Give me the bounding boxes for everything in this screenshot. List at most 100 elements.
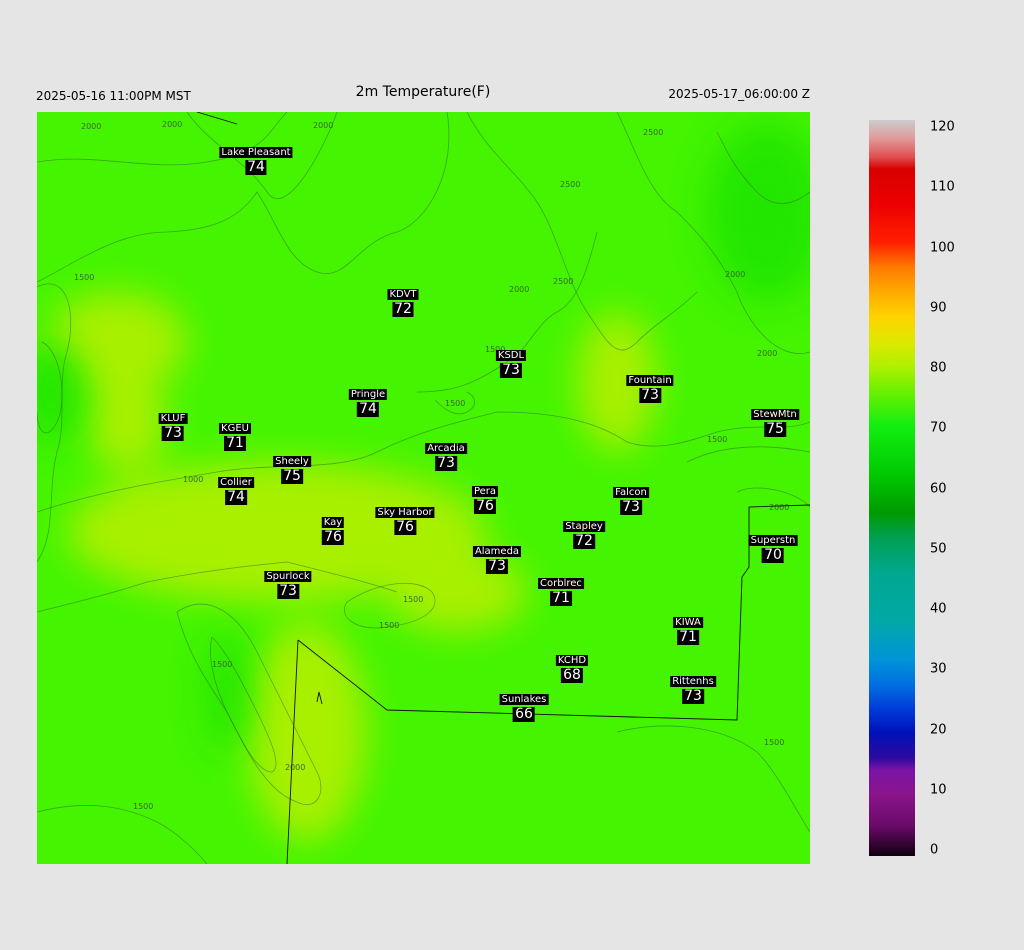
station-marker: Arcadia 73 xyxy=(425,436,467,471)
station-name: KIWA xyxy=(673,617,703,628)
station-name: Spurlock xyxy=(264,571,312,582)
station-temperature: 76 xyxy=(394,519,416,535)
station-temperature: 71 xyxy=(677,629,699,645)
station-marker: Stapley 72 xyxy=(563,514,605,549)
cool-zone xyxy=(207,632,247,752)
contour-label: 1500 xyxy=(74,273,94,282)
map-field: 2000 2000 2000 2500 2500 2500 2000 2000 2000 1500… xyxy=(37,112,810,864)
colorbar-tick-label: 90 xyxy=(930,300,947,316)
station-temperature: 74 xyxy=(225,489,247,505)
contour-label: 2500 xyxy=(553,277,573,286)
colorbar-tick-label: 100 xyxy=(930,240,955,255)
station-name: Corblrec xyxy=(538,578,584,589)
station-temperature: 73 xyxy=(500,362,522,378)
station-marker: KLUF 73 xyxy=(158,406,188,441)
contour-label: 1500 xyxy=(379,621,399,630)
station-temperature: 73 xyxy=(435,455,457,471)
station-name: KDVT xyxy=(387,289,419,300)
station-name: Alameda xyxy=(472,546,522,557)
warm-zone xyxy=(247,622,367,842)
station-name: Sheely xyxy=(273,456,311,467)
station-marker: KGEU 71 xyxy=(219,416,251,451)
station-name: KCHD xyxy=(555,655,589,666)
contour-label: 2000 xyxy=(769,503,789,512)
station-marker: Falcon 73 xyxy=(613,480,649,515)
station-name: Sunlakes xyxy=(499,694,549,705)
station-marker: Corblrec 71 xyxy=(538,571,584,606)
station-marker: KDVT 72 xyxy=(387,282,419,317)
contour-label: 1500 xyxy=(212,660,232,669)
station-marker: StewMtn 75 xyxy=(751,402,799,437)
station-temperature: 73 xyxy=(277,583,299,599)
warm-zone xyxy=(87,372,167,472)
colorbar-tick-label: 70 xyxy=(930,420,947,436)
colorbar-tick-label: 80 xyxy=(930,360,947,376)
colorbar-tick-label: 0 xyxy=(930,842,939,858)
station-marker: Kay 76 xyxy=(321,510,345,545)
station-name: KSDL xyxy=(495,350,527,361)
station-name: Rittenhs xyxy=(670,676,716,687)
station-marker: Alameda 73 xyxy=(472,539,522,574)
station-marker: KSDL 73 xyxy=(495,343,527,378)
contour-label: 1000 xyxy=(183,475,203,484)
station-name: Stapley xyxy=(563,521,605,532)
station-temperature: 73 xyxy=(620,499,642,515)
station-name: Pera xyxy=(471,486,499,497)
station-temperature: 74 xyxy=(357,401,379,417)
station-marker: Pera 76 xyxy=(471,479,499,514)
colorbar-tick-label: 50 xyxy=(930,541,947,557)
station-temperature: 73 xyxy=(682,688,704,704)
valid-time-utc: 2025-05-17_06:00:00 Z xyxy=(668,87,810,101)
station-name: StewMtn xyxy=(751,409,799,420)
station-marker: KIWA 71 xyxy=(673,610,703,645)
colorbar-tick-label: 110 xyxy=(930,179,955,195)
station-marker: Sheely 75 xyxy=(273,449,311,484)
station-name: Collier xyxy=(218,477,254,488)
station-temperature: 73 xyxy=(486,558,508,574)
temperature-colorbar xyxy=(869,120,915,856)
station-name: Falcon xyxy=(613,487,649,498)
colorbar-tick-label: 120 xyxy=(930,119,955,135)
colorbar-tick-label: 20 xyxy=(930,722,947,737)
contour-label: 1500 xyxy=(707,435,727,444)
contour-label: 1500 xyxy=(764,738,784,747)
contour-label: 2000 xyxy=(285,763,305,772)
station-marker: Lake Pleasant 74 xyxy=(219,140,293,175)
station-name: Sky Harbor xyxy=(375,507,435,518)
contour-label: 2500 xyxy=(643,128,663,137)
station-name: Arcadia xyxy=(425,443,467,454)
station-temperature: 66 xyxy=(513,706,535,722)
station-name: Superstn xyxy=(748,535,798,546)
station-name: KLUF xyxy=(158,413,188,424)
station-temperature: 76 xyxy=(474,498,496,514)
station-temperature: 73 xyxy=(162,425,184,441)
station-name: KGEU xyxy=(219,423,251,434)
station-temperature: 72 xyxy=(573,533,595,549)
colorbar-tick-label: 10 xyxy=(930,782,947,798)
station-temperature: 72 xyxy=(392,301,414,317)
contour-label: 2000 xyxy=(81,122,101,131)
colorbar-tick-label: 30 xyxy=(930,661,947,677)
station-marker: Sky Harbor 76 xyxy=(375,500,435,535)
contour-label: 2000 xyxy=(509,285,529,294)
station-marker: Rittenhs 73 xyxy=(670,669,716,704)
station-name: Lake Pleasant xyxy=(219,147,293,158)
station-marker: Sunlakes 66 xyxy=(499,687,549,722)
contour-label: 2000 xyxy=(725,270,745,279)
contour-label: 1500 xyxy=(133,802,153,811)
station-temperature: 70 xyxy=(762,547,784,563)
temperature-map: 2000 2000 2000 2500 2500 2500 2000 2000 2000 1500… xyxy=(37,112,810,864)
station-name: Kay xyxy=(321,517,345,528)
contour-label: 1500 xyxy=(445,399,465,408)
station-marker: Collier 74 xyxy=(218,470,254,505)
contour-label: 1500 xyxy=(403,595,423,604)
station-marker: KCHD 68 xyxy=(555,648,589,683)
station-marker: Superstn 70 xyxy=(748,528,798,563)
station-temperature: 68 xyxy=(561,667,583,683)
colorbar-tick-label: 60 xyxy=(930,481,947,496)
station-marker: Spurlock 73 xyxy=(264,564,312,599)
contour-label: 2000 xyxy=(313,121,333,130)
station-temperature: 73 xyxy=(639,387,661,403)
station-temperature: 71 xyxy=(224,435,246,451)
station-marker: Pringle 74 xyxy=(348,382,388,417)
